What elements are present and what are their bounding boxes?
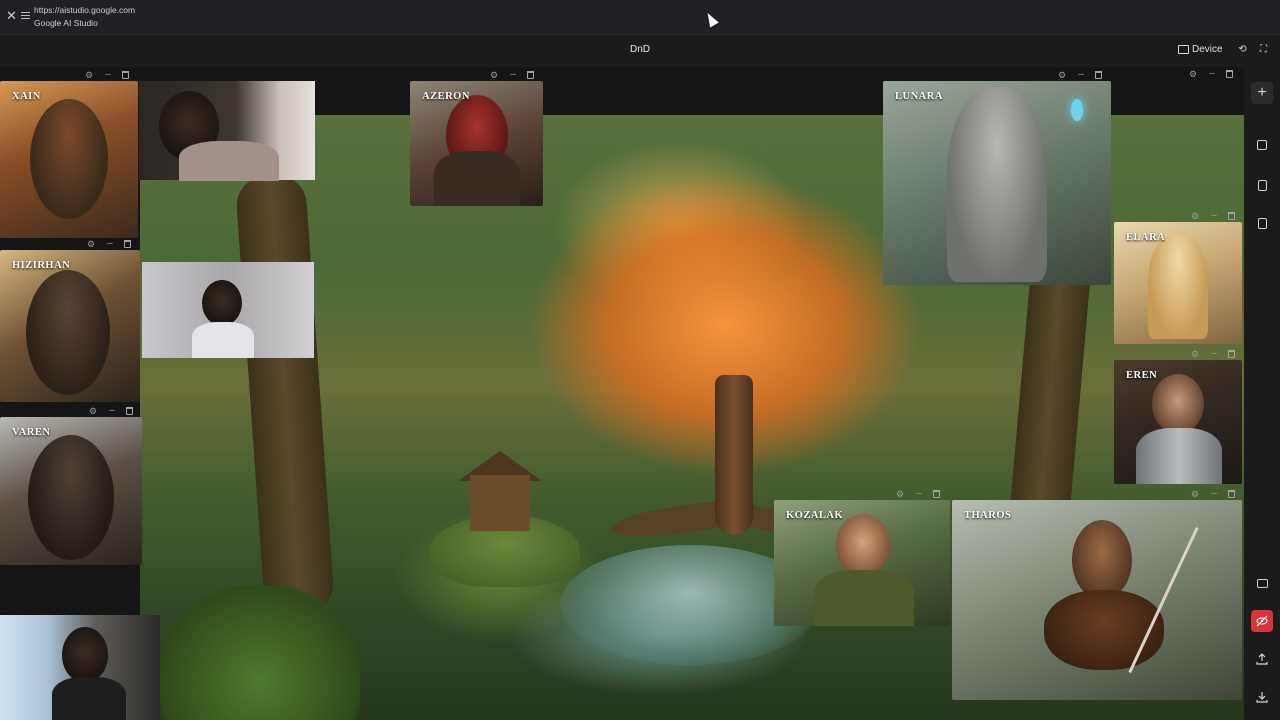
minimize-icon[interactable]: – — [107, 406, 117, 416]
delete-icon[interactable] — [1228, 212, 1235, 220]
character-name: Xain — [12, 91, 41, 102]
settings-icon[interactable]: ⚙ — [86, 239, 96, 249]
delete-icon[interactable] — [1228, 490, 1235, 498]
minimize-icon[interactable]: – — [1076, 70, 1086, 80]
clipboard-button[interactable] — [1251, 212, 1273, 234]
mouse-cursor-icon — [703, 10, 719, 28]
character-name: Tharos — [964, 510, 1012, 521]
settings-icon[interactable]: ⚙ — [88, 406, 98, 416]
tile-controls-lunara: ⚙ – — [1057, 68, 1102, 82]
character-name: Varen — [12, 427, 51, 438]
device-button[interactable]: Device — [1178, 44, 1223, 55]
site-name: Google AI Studio — [34, 18, 98, 28]
settings-icon[interactable]: ⚙ — [895, 489, 905, 499]
sync-icon[interactable]: ⟲ — [1237, 44, 1248, 55]
minimize-icon[interactable]: – — [1209, 349, 1219, 359]
character-name: Hizirhan — [12, 260, 71, 271]
tile-controls-hizirhan: ⚙ – — [86, 237, 131, 251]
url-text[interactable]: https://aistudio.google.com — [34, 5, 135, 15]
minimize-icon[interactable]: – — [103, 70, 113, 80]
tile-controls-xain: ⚙ – — [84, 68, 129, 82]
character-tile-azeron[interactable]: Azeron — [410, 81, 543, 206]
character-tile-tharos[interactable]: Tharos — [952, 500, 1242, 700]
scene-controls: ⚙ – — [1188, 67, 1233, 81]
delete-icon[interactable] — [126, 407, 133, 415]
character-tile-xain[interactable]: Xain — [0, 81, 138, 238]
clipboard-icon — [1257, 217, 1267, 229]
tile-controls-eren: ⚙ – — [1190, 347, 1235, 361]
tile-controls-kozalak: ⚙ – — [895, 487, 940, 501]
character-tile-hizirhan[interactable]: Hizirhan — [0, 250, 140, 402]
delete-icon[interactable] — [1228, 350, 1235, 358]
tablet-button[interactable] — [1251, 174, 1273, 196]
settings-icon[interactable]: ⚙ — [1057, 70, 1067, 80]
download-icon — [1256, 692, 1268, 703]
character-tile-varen[interactable]: Varen — [0, 417, 142, 565]
scene-minimize-icon[interactable]: – — [1207, 69, 1217, 79]
hide-camera-button[interactable] — [1251, 610, 1273, 632]
character-tile-kozalak[interactable]: Kozalak — [774, 500, 950, 626]
settings-icon[interactable]: ⚙ — [489, 70, 499, 80]
scene-delete-icon[interactable] — [1226, 70, 1233, 78]
device-label: Device — [1192, 44, 1223, 55]
player-video-1[interactable] — [139, 81, 315, 181]
fullscreen-icon[interactable]: ⛶ — [1258, 44, 1269, 55]
settings-icon[interactable]: ⚙ — [1190, 349, 1200, 359]
browser-bar: ✕ https://aistudio.google.com Google AI … — [0, 0, 1280, 35]
delete-icon[interactable] — [933, 490, 940, 498]
tile-controls-tharos: ⚙ – — [1190, 487, 1235, 501]
delete-icon[interactable] — [124, 240, 131, 248]
character-tile-elara[interactable]: Elara — [1114, 222, 1242, 344]
dice-button[interactable] — [1251, 134, 1273, 156]
character-name: Eren — [1126, 370, 1158, 381]
tile-controls-azeron: ⚙ – — [489, 68, 534, 82]
download-button[interactable] — [1251, 686, 1273, 708]
scene-settings-icon[interactable]: ⚙ — [1188, 69, 1198, 79]
app-header: DnD Device ⟲ ⛶ — [0, 35, 1280, 67]
minimize-icon[interactable]: – — [105, 239, 115, 249]
tablet-icon — [1257, 179, 1267, 191]
site-settings-icon[interactable] — [21, 10, 31, 20]
panel-button[interactable] — [1251, 572, 1273, 594]
minimize-icon[interactable]: – — [1209, 489, 1219, 499]
page-title: DnD — [629, 44, 650, 55]
minimize-icon[interactable]: – — [1209, 211, 1219, 221]
delete-icon[interactable] — [1095, 71, 1102, 79]
dice-icon — [1257, 140, 1267, 150]
character-tile-lunara[interactable]: Lunara — [883, 81, 1111, 285]
minimize-icon[interactable]: – — [508, 70, 518, 80]
minimize-icon[interactable]: – — [914, 489, 924, 499]
character-tile-eren[interactable]: Eren — [1114, 360, 1242, 484]
tile-controls-varen: ⚙ – — [88, 404, 133, 418]
player-video-2[interactable] — [142, 262, 314, 358]
settings-icon[interactable]: ⚙ — [84, 70, 94, 80]
add-button[interactable]: + — [1251, 82, 1273, 104]
dm-video[interactable] — [0, 615, 160, 720]
close-icon[interactable]: ✕ — [6, 9, 18, 23]
settings-icon[interactable]: ⚙ — [1190, 211, 1200, 221]
upload-icon — [1256, 653, 1268, 665]
tile-controls-elara: ⚙ – — [1190, 209, 1235, 223]
delete-icon[interactable] — [527, 71, 534, 79]
right-toolbar: + — [1244, 67, 1280, 720]
add-icon: + — [1257, 84, 1267, 101]
game-canvas[interactable]: ⚙ – ⚙ – Xain ⚙ – Hizirhan ⚙ – Varen — [0, 67, 1244, 720]
character-name: Lunara — [895, 91, 943, 102]
delete-icon[interactable] — [122, 71, 129, 79]
character-name: Elara — [1126, 232, 1166, 243]
panel-icon — [1256, 578, 1268, 588]
upload-button[interactable] — [1251, 648, 1273, 670]
character-name: Azeron — [422, 91, 470, 102]
device-icon — [1178, 45, 1189, 54]
settings-icon[interactable]: ⚙ — [1190, 489, 1200, 499]
character-name: Kozalak — [786, 510, 844, 521]
hide-camera-icon — [1256, 615, 1268, 627]
